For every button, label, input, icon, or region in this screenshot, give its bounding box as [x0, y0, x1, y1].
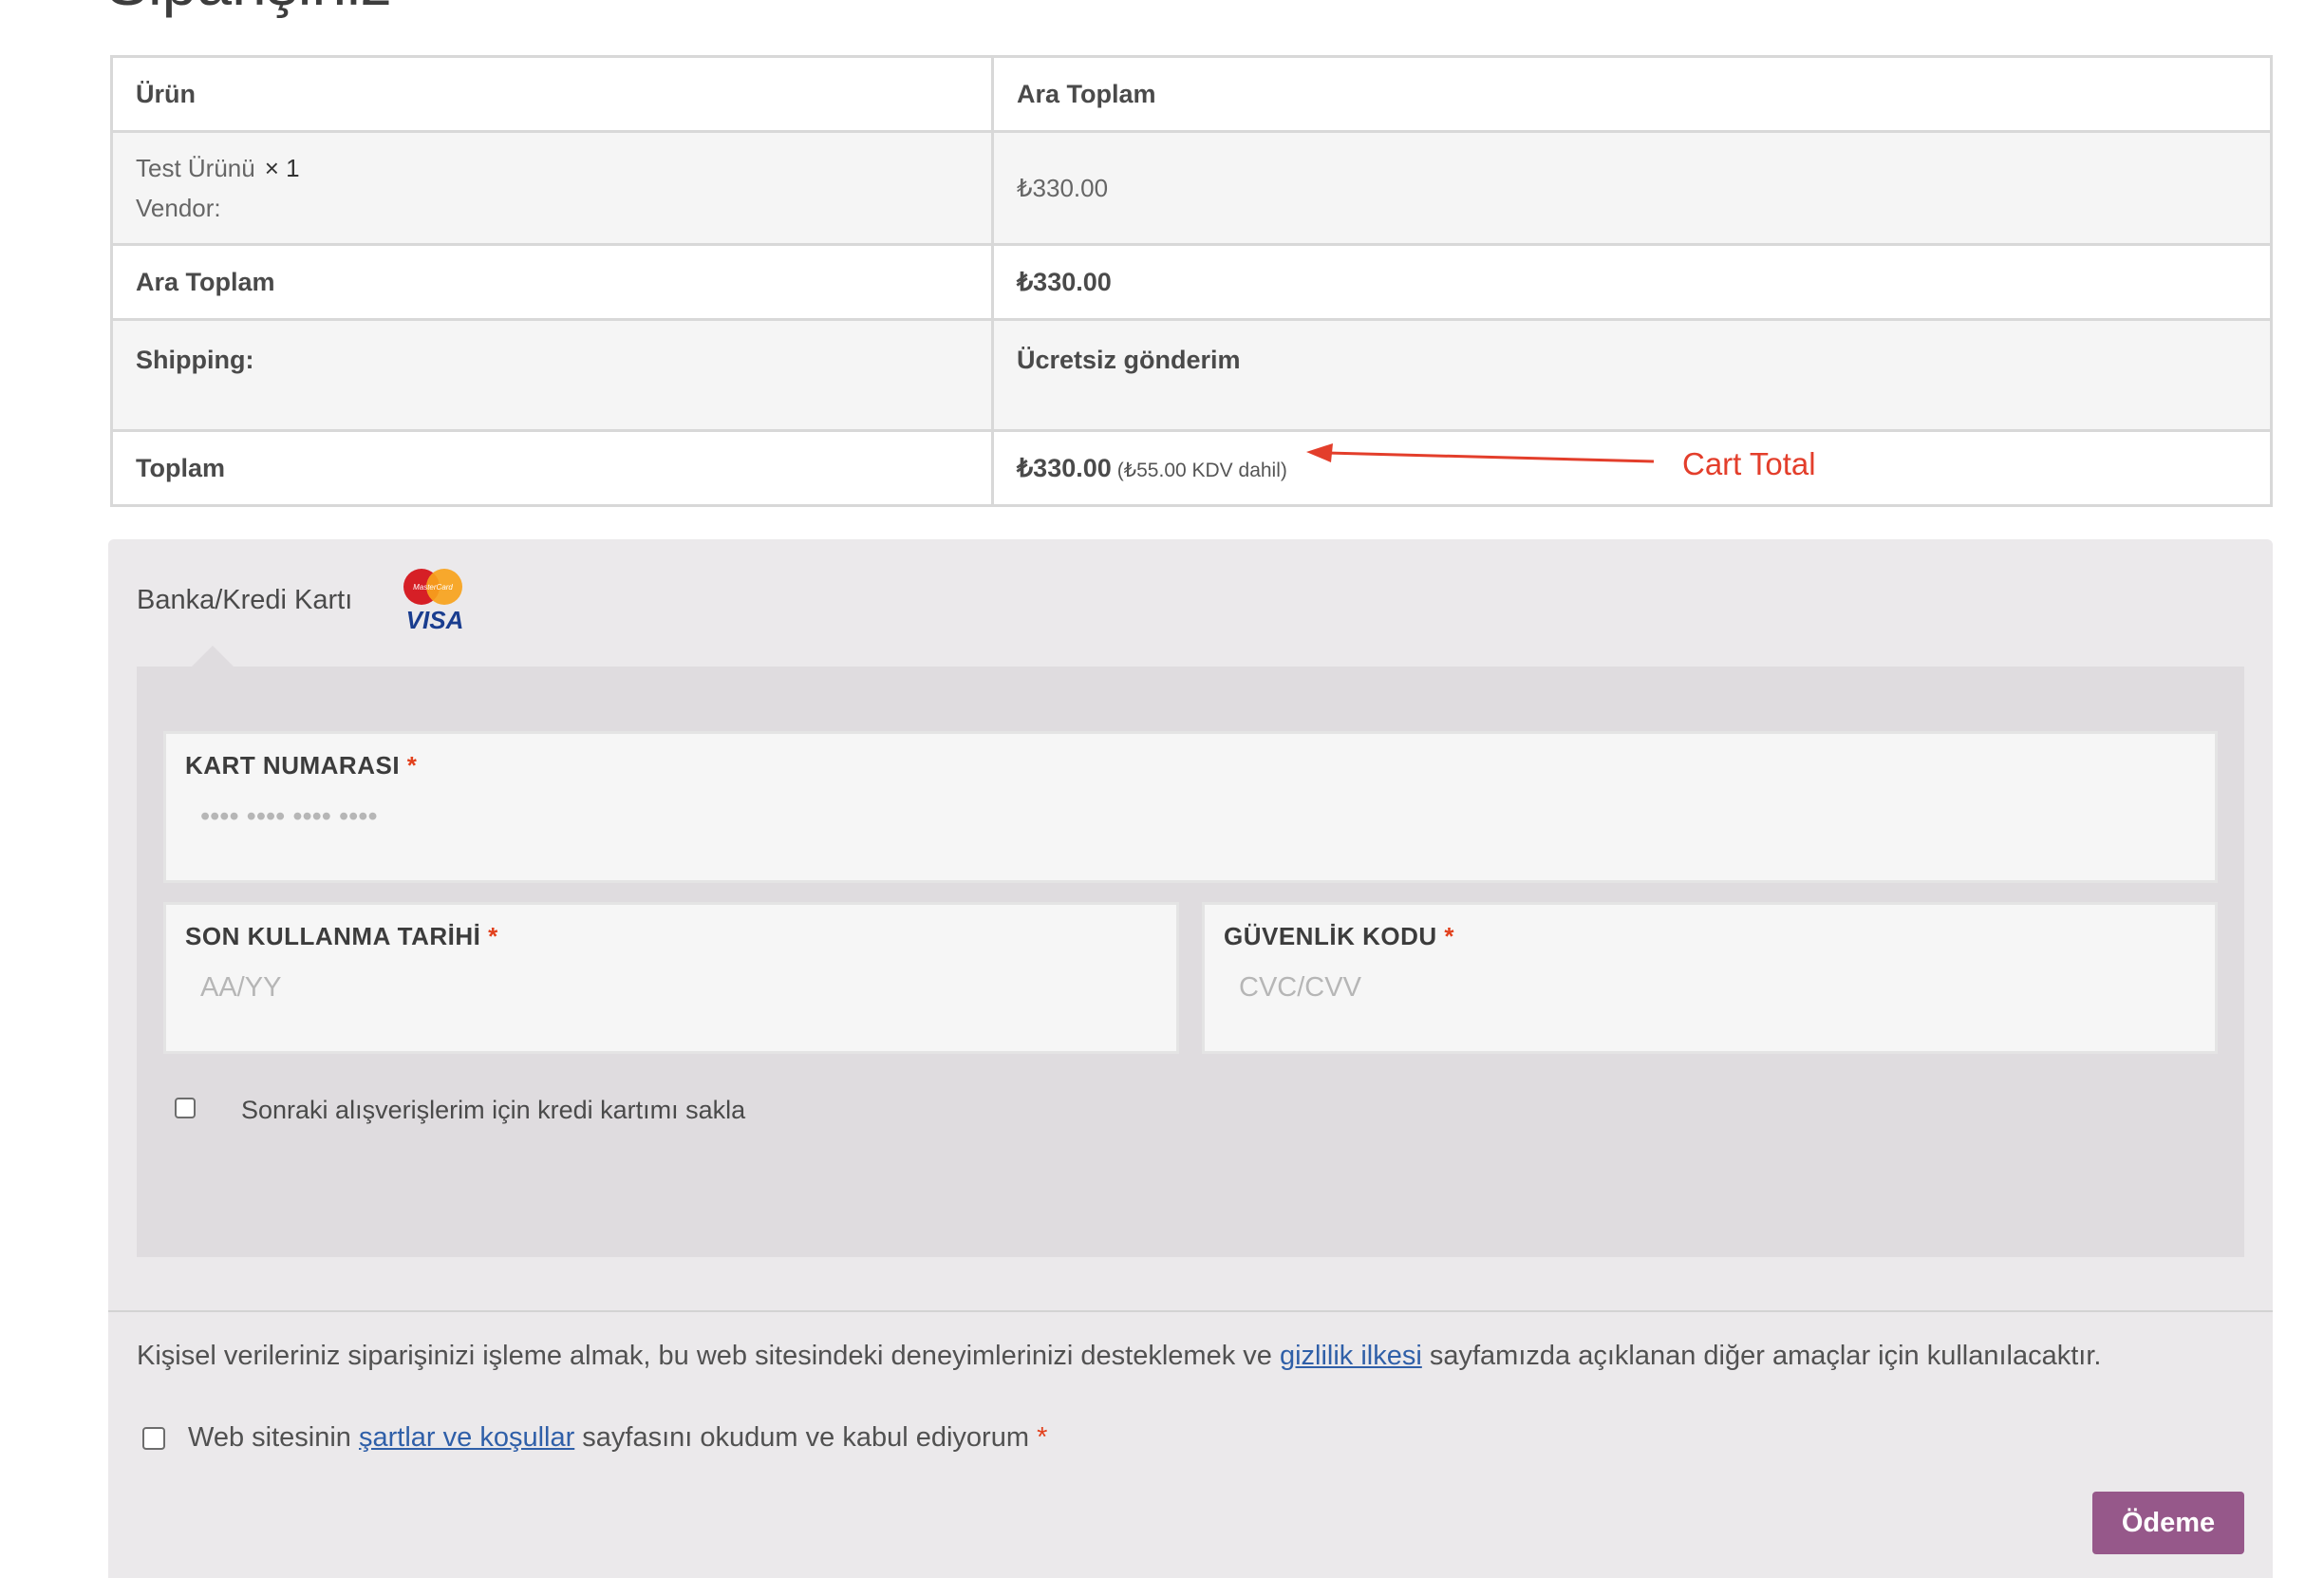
cvc-label: GÜVENLİK KODU *: [1224, 922, 1454, 950]
visa-text: VISA: [406, 606, 464, 634]
cvc-field: GÜVENLİK KODU *: [1202, 902, 2226, 1054]
mastercard-text: MasterCard: [413, 583, 453, 592]
terms-label: Web sitesinin şartlar ve koşullar sayfas…: [188, 1422, 1048, 1453]
product-price: ₺330.00: [991, 130, 2273, 246]
product-cell: Test Ürünü × 1 Vendor:: [110, 130, 994, 246]
section-divider: [108, 1310, 2273, 1312]
card-brands-icon: MasterCard VISA: [403, 569, 464, 634]
subtotal-value: ₺330.00: [991, 243, 2273, 321]
pay-button[interactable]: Ödeme: [2092, 1492, 2244, 1554]
annotation-arrow-icon: [1306, 443, 1655, 463]
privacy-notice: Kişisel verileriniz siparişinizi işleme …: [137, 1341, 2102, 1371]
subtotal-column-header: Ara Toplam: [991, 55, 2273, 133]
save-card-checkbox[interactable]: [175, 1097, 196, 1118]
expiry-field: SON KULLANMA TARİHİ *: [163, 902, 1188, 1054]
total-label: Toplam: [110, 429, 994, 507]
annotation-label: Cart Total: [1682, 446, 1816, 481]
shipping-value: Ücretsiz gönderim: [991, 318, 2273, 432]
product-quantity: × 1: [264, 154, 300, 182]
save-card-option[interactable]: Sonraki alışverişlerim için kredi kartım…: [175, 1090, 745, 1125]
subtotal-row: Ara Toplam ₺330.00: [110, 243, 2273, 321]
payment-method-label[interactable]: Banka/Kredi Kartı: [137, 585, 352, 616]
terms-link[interactable]: şartlar ve koşullar: [359, 1422, 574, 1453]
expiry-label: SON KULLANMA TARİHİ *: [185, 922, 498, 950]
save-card-label: Sonraki alışverişlerim için kredi kartım…: [241, 1096, 746, 1124]
payment-section: Banka/Kredi Kartı MasterCard VISA KART N…: [108, 539, 2273, 1578]
privacy-policy-link[interactable]: gizlilik ilkesi: [1280, 1341, 1422, 1371]
required-marker: *: [406, 751, 418, 780]
card-number-input[interactable]: [185, 793, 2226, 840]
required-marker: *: [488, 922, 498, 950]
panel-pointer: [192, 646, 234, 667]
shipping-row: Shipping: Ücretsiz gönderim: [110, 318, 2273, 432]
total-value: ₺330.00: [1017, 453, 1112, 482]
product-column-header: Ürün: [110, 55, 994, 133]
card-form-panel: KART NUMARASI * SON KULLANMA TARİHİ * GÜ…: [137, 667, 2244, 1257]
table-header-row: Ürün Ara Toplam: [110, 55, 2273, 133]
product-vendor: Vendor:: [136, 194, 221, 222]
product-name: Test Ürünü: [136, 154, 255, 182]
terms-checkbox[interactable]: [142, 1426, 165, 1450]
card-number-label: KART NUMARASI *: [185, 751, 418, 780]
page-title: Siparişiniz: [106, 0, 392, 21]
table-row: Test Ürünü × 1 Vendor: ₺330.00: [110, 130, 2273, 246]
subtotal-label: Ara Toplam: [110, 243, 994, 321]
order-review-table: Ürün Ara Toplam Test Ürünü × 1 Vendor: ₺3…: [110, 55, 2273, 507]
total-row: Toplam ₺330.00 (₺55.00 KDV dahil): [110, 429, 2273, 507]
terms-option: Web sitesinin şartlar ve koşullar sayfas…: [142, 1422, 1047, 1454]
required-marker: *: [1037, 1422, 1048, 1453]
required-marker: *: [1444, 922, 1454, 950]
shipping-label: Shipping:: [110, 318, 994, 432]
tax-note: (₺55.00 KDV dahil): [1116, 459, 1287, 481]
card-number-field: KART NUMARASI *: [163, 731, 2226, 883]
cvc-input[interactable]: [1224, 964, 2226, 1011]
expiry-input[interactable]: [185, 964, 1188, 1011]
